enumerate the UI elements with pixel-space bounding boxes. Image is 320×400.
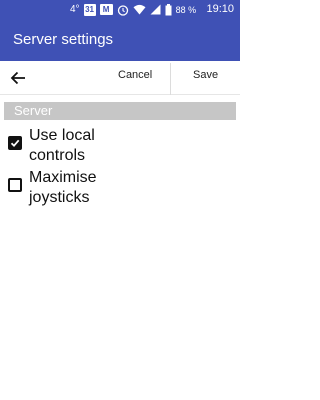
use-local-controls-label: Use local controls: [29, 127, 95, 164]
calendar-icon: 31: [83, 3, 96, 16]
alarm-icon: [117, 4, 129, 16]
clock: 19:10: [206, 3, 234, 15]
arrow-left-icon: [10, 71, 25, 85]
status-icons: 4° 31 M 88 %: [70, 2, 196, 17]
mail-icon: M: [99, 4, 113, 15]
app-bar: Server settings: [0, 19, 240, 61]
signal-icon: [150, 4, 161, 15]
page-title: Server settings: [13, 31, 114, 48]
status-bar: 4° 31 M 88 % 19:10: [0, 0, 240, 19]
toolbar-divider: [170, 63, 171, 95]
wifi-icon: [133, 4, 146, 15]
maximise-joysticks-checkbox[interactable]: [8, 178, 22, 192]
back-button[interactable]: [6, 67, 30, 89]
checkmark-icon: [10, 139, 20, 148]
maximise-joysticks-setting[interactable]: Maximise joysticks: [8, 168, 129, 208]
save-button[interactable]: Save: [193, 69, 218, 81]
cancel-button[interactable]: Cancel: [118, 69, 152, 81]
maximise-joysticks-label: Maximise joysticks: [29, 169, 97, 206]
temperature-indicator: 4°: [70, 4, 80, 15]
use-local-controls-checkbox[interactable]: [8, 136, 22, 150]
battery-percentage: 88 %: [175, 4, 197, 15]
use-local-controls-setting[interactable]: Use local controls: [8, 126, 129, 166]
section-header-server: Server: [4, 102, 236, 120]
battery-icon: [165, 3, 172, 16]
action-toolbar: Cancel Save: [0, 61, 240, 95]
